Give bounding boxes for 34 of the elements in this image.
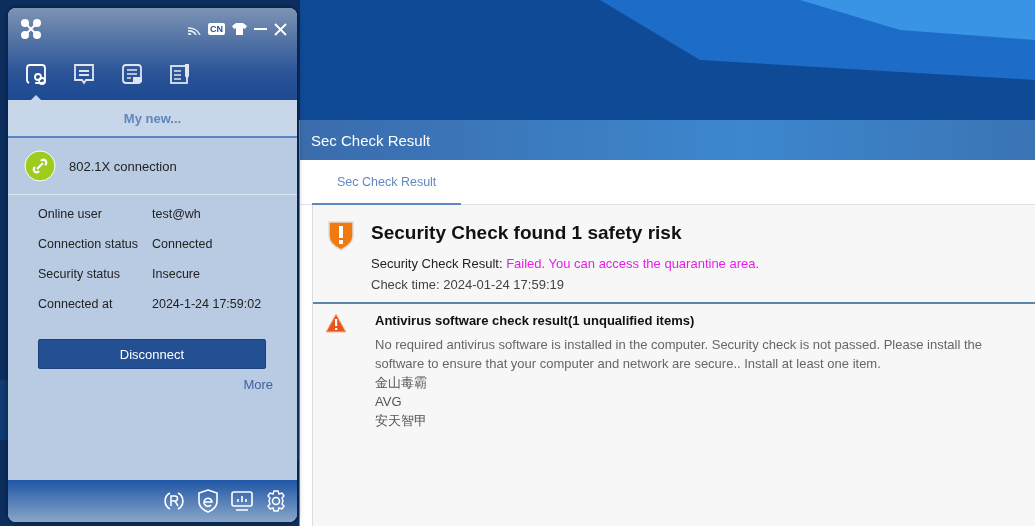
warning-shield-icon: [327, 219, 355, 251]
detail-label: Online user: [38, 207, 103, 221]
language-badge[interactable]: CN: [208, 23, 225, 35]
software-name: 金山毒霸: [375, 374, 428, 392]
detail-label: Security status: [38, 267, 121, 281]
shield-icon[interactable]: [197, 489, 219, 513]
result-label: Security Check Result:: [371, 256, 503, 271]
check-time: Check time: 2024-01-24 17:59:19: [371, 277, 565, 292]
monitor-icon[interactable]: [231, 490, 253, 512]
item-description: No required antivirus software is installed in the computer. Security check is not passed. Please install the software to ensure that your computer and network are secure.. Install at least one item.: [375, 336, 983, 373]
shirt-icon[interactable]: [232, 23, 247, 35]
item-title: Antivirus software check result(1 unqualified items): [375, 313, 696, 328]
list-icon: [120, 62, 144, 86]
close-icon[interactable]: [274, 22, 287, 36]
result-value: Failed. You can access the quarantine area.: [506, 256, 760, 271]
detail-value: test@wh: [152, 207, 202, 221]
more-link[interactable]: More: [243, 377, 273, 392]
section-title: My new...: [123, 110, 182, 126]
logo-icon: [20, 18, 42, 40]
connection-name: 802.1X connection: [69, 158, 177, 174]
detail-label: Connected at: [38, 297, 114, 311]
window-title: Sec Check Result: [311, 131, 431, 149]
detail-value: Insecure: [152, 267, 201, 281]
detail-value: 2024-1-24 17:59:02: [152, 297, 263, 311]
detail-value: Connected: [152, 237, 214, 251]
message-icon: [72, 62, 96, 86]
software-name: AVG: [375, 393, 403, 411]
warning-icon: [325, 313, 347, 333]
detail-label: Connection status: [38, 237, 140, 251]
software-name: 安天智甲: [375, 412, 428, 430]
settings-icon[interactable]: [265, 490, 287, 512]
disconnect-button[interactable]: Disconnect: [38, 339, 266, 369]
notes-icon: [168, 62, 192, 86]
result-heading: Security Check found 1 safety risk: [371, 222, 683, 244]
